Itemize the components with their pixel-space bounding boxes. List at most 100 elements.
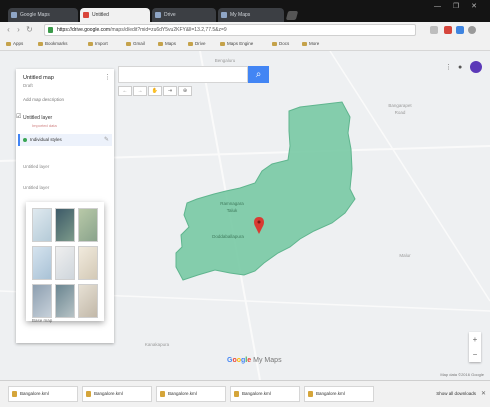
extension-icon[interactable] — [456, 26, 464, 34]
bookmark-item[interactable]: Docs — [272, 39, 289, 49]
bookmark-item[interactable]: Maps — [158, 39, 176, 49]
browser-tab[interactable]: Google Maps — [8, 8, 78, 22]
file-icon — [12, 391, 17, 397]
place-label: Bengaluru — [214, 58, 236, 63]
show-all-downloads-link[interactable]: Show all downloads — [436, 391, 476, 396]
file-icon — [308, 391, 313, 397]
download-item[interactable]: Bangalore.kml — [156, 386, 226, 402]
road — [329, 51, 490, 302]
place-label: Bangarapet — [388, 103, 412, 108]
map-title[interactable]: Untitled map — [23, 75, 93, 81]
address-bar[interactable]: https://drive.google.com/maps/d/edit?mid… — [44, 24, 416, 36]
folder-icon — [38, 42, 43, 46]
basemap-thumb[interactable] — [32, 246, 52, 280]
folder-icon — [126, 42, 131, 46]
avatar[interactable] — [470, 61, 482, 73]
folder-icon — [188, 42, 193, 46]
folder-icon — [302, 42, 307, 46]
undo-button[interactable]: ← — [118, 86, 132, 96]
basemap-thumb[interactable] — [78, 284, 98, 318]
browser-toolbar: ‹ › ↻ https://drive.google.com/maps/d/ed… — [0, 22, 490, 38]
tab-label: Google Maps — [20, 12, 50, 18]
map-canvas[interactable]: Bengaluru Bangarapet Road Ramnagara Talu… — [0, 51, 490, 380]
pan-tool-button[interactable]: ✋ — [148, 86, 162, 96]
tab-favicon-icon — [11, 12, 17, 18]
folder-icon — [6, 42, 11, 46]
add-marker-button[interactable]: ⊕ — [178, 86, 192, 96]
map-description[interactable]: Add map description — [23, 97, 64, 102]
style-paint-icon[interactable]: ✎ — [104, 136, 109, 143]
window-controls[interactable]: — ❐ ✕ — [434, 2, 482, 10]
tab-favicon-icon — [83, 12, 89, 18]
download-item[interactable]: Bangalore.kml — [82, 386, 152, 402]
extension-icon[interactable] — [430, 26, 438, 34]
download-item[interactable]: Bangalore.kml — [8, 386, 78, 402]
folder-icon — [220, 42, 225, 46]
file-icon — [160, 391, 165, 397]
basemap-thumb[interactable] — [32, 284, 52, 318]
basemap-thumb[interactable] — [55, 284, 75, 318]
place-label: Malur — [399, 253, 411, 258]
browser-menu-icon[interactable] — [468, 26, 476, 34]
reload-icon[interactable]: ↻ — [25, 25, 34, 34]
tab-label: Drive — [164, 12, 176, 18]
downloads-bar: Bangalore.kml Bangalore.kml Bangalore.km… — [0, 380, 490, 407]
forward-arrow-icon[interactable]: › — [14, 25, 23, 34]
basemap-thumb[interactable] — [32, 208, 52, 242]
file-icon — [234, 391, 239, 397]
browser-titlebar: Google Maps Untitled Drive My Maps — ❐ ✕ — [0, 0, 490, 22]
place-label: Road — [394, 110, 406, 115]
bookmark-item[interactable]: Bookmarks — [38, 39, 68, 49]
zoom-out-button[interactable]: − — [469, 347, 481, 362]
basemap-thumb[interactable] — [55, 246, 75, 280]
back-arrow-icon[interactable]: ‹ — [4, 25, 13, 34]
browser-tab[interactable]: My Maps — [218, 8, 284, 22]
more-options-icon[interactable]: ⋮ — [104, 73, 111, 81]
map-search-input[interactable] — [118, 66, 248, 83]
lock-icon — [48, 27, 53, 33]
basemap-thumb[interactable] — [55, 208, 75, 242]
layer-entry[interactable]: Untitled layer — [23, 185, 49, 190]
extension-icon[interactable] — [444, 26, 452, 34]
draw-line-button[interactable]: ⇥ — [163, 86, 177, 96]
basemap-thumb[interactable] — [78, 246, 98, 280]
browser-tab[interactable]: Drive — [152, 8, 216, 22]
download-item[interactable]: Bangalore.kml — [230, 386, 300, 402]
close-icon[interactable]: ✕ — [481, 390, 486, 397]
tab-favicon-icon — [221, 12, 227, 18]
google-logo: Google My Maps — [227, 357, 282, 364]
url-path: /maps/d/edit?mid=zu6dY5vu2KFY&ll=13.2,77… — [110, 27, 227, 33]
file-icon — [86, 391, 91, 397]
new-tab-button[interactable] — [285, 11, 299, 20]
search-icon: ⌕ — [255, 69, 262, 80]
folder-icon — [88, 42, 93, 46]
tab-label: My Maps — [230, 12, 251, 18]
redo-button[interactable]: → — [133, 86, 147, 96]
notifications-icon[interactable]: ● — [458, 63, 465, 72]
bookmark-item[interactable]: Drive — [188, 39, 206, 49]
layer-style-label: Individual styles — [30, 137, 62, 142]
bookmark-item[interactable]: Apps — [6, 39, 23, 49]
layer-meta: Imported data — [32, 123, 57, 128]
tab-label: Untitled — [92, 12, 109, 18]
bookmark-item[interactable]: Maps Engine — [220, 39, 253, 49]
search-button[interactable]: ⌕ — [248, 66, 269, 83]
district-region[interactable] — [175, 101, 356, 281]
basemap-thumb[interactable] — [78, 208, 98, 242]
map-attribution[interactable]: Map data ©2016 Google — [440, 372, 484, 377]
apps-grid-icon[interactable]: ⋮ — [445, 64, 452, 71]
map-tool-strip: ← → ✋ ⇥ ⊕ — [118, 86, 194, 96]
zoom-in-button[interactable]: + — [469, 332, 481, 347]
bookmark-item[interactable]: Import — [88, 39, 108, 49]
layer-title[interactable]: Untitled layer — [23, 115, 108, 121]
map-status: Draft — [23, 83, 33, 88]
layer-checkbox-icon[interactable]: ☑ — [16, 114, 22, 120]
bookmark-item[interactable]: More — [302, 39, 319, 49]
browser-tab-active[interactable]: Untitled — [80, 8, 150, 22]
place-label: Kanakapura — [144, 342, 170, 347]
layer-entry[interactable]: Untitled layer — [23, 164, 49, 169]
bookmark-item[interactable]: Gmail — [126, 39, 145, 49]
download-item[interactable]: Bangalore.kml — [304, 386, 374, 402]
tab-favicon-icon — [155, 12, 161, 18]
folder-icon — [158, 42, 163, 46]
